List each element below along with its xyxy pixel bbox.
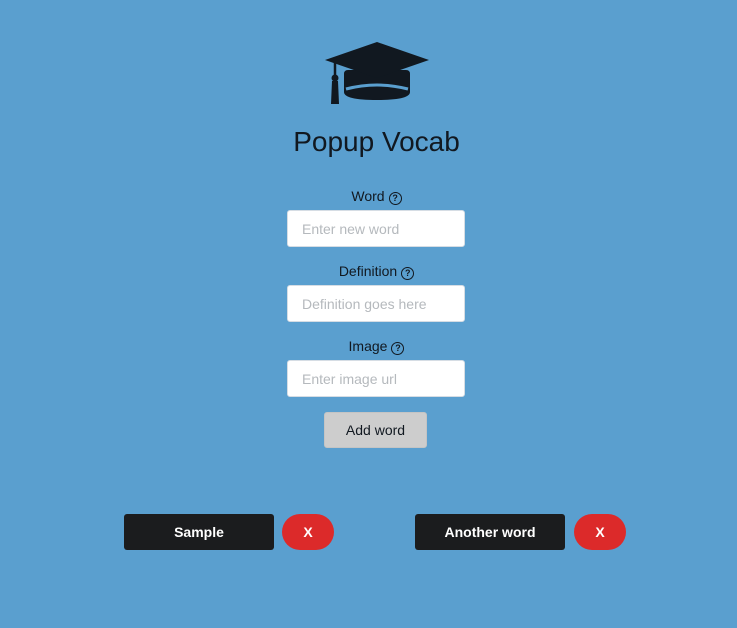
word-label-text: Word [351,188,385,204]
definition-label-text: Definition [338,263,398,279]
image-url-input[interactable] [287,360,465,397]
question-circle-icon[interactable]: ? [391,342,405,355]
question-circle-icon[interactable]: ? [388,192,402,205]
word-field-label: Word? [0,187,737,205]
question-circle-icon[interactable]: ? [401,267,415,280]
graduation-cap-icon [325,42,429,104]
app-title: Popup Vocab [293,126,460,157]
image-field-label: Image? [0,337,737,355]
word-chip-another-word[interactable]: Another word [415,514,565,550]
add-word-button[interactable]: Add word [324,412,427,448]
image-label-text: Image [348,338,388,354]
delete-word-button[interactable]: X [282,514,334,550]
delete-word-button[interactable]: X [574,514,626,550]
word-input[interactable] [287,210,465,247]
definition-field-label: Definition? [0,262,737,280]
word-chip-sample[interactable]: Sample [124,514,274,550]
definition-input[interactable] [287,285,465,322]
